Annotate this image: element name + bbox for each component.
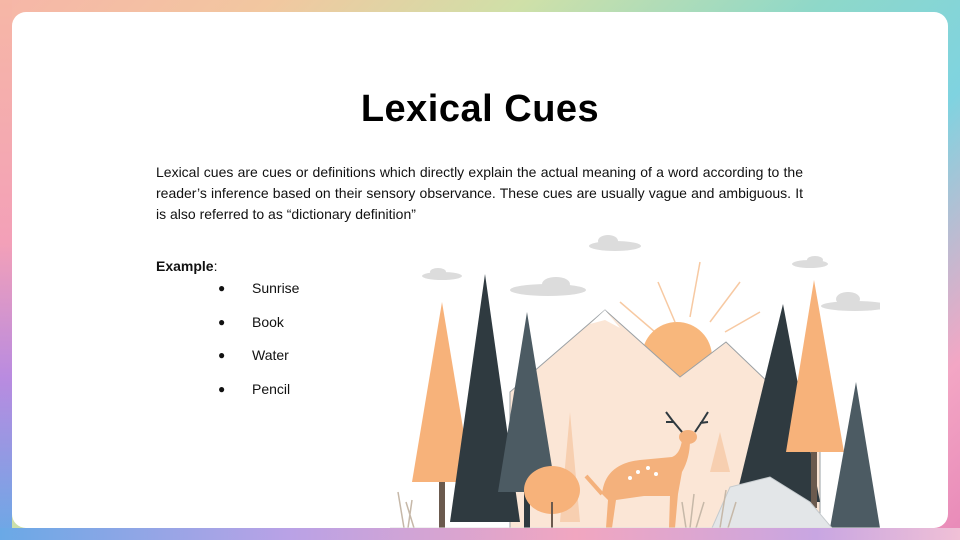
slide-card: Lexical Cues Lexical cues are cues or de… xyxy=(12,12,948,528)
example-colon: : xyxy=(213,258,218,274)
example-label: Example xyxy=(156,258,214,274)
list-item-text: Book xyxy=(252,313,284,330)
bullet-icon: ● xyxy=(218,348,226,362)
sun-rays-icon xyxy=(619,261,761,333)
slate-tree-icon xyxy=(830,382,880,528)
list-item-text: Water xyxy=(252,347,289,363)
list-item-text: Pencil xyxy=(252,380,291,397)
list-item: ● Water xyxy=(218,345,299,379)
list-item: ● Sunrise xyxy=(218,278,299,312)
decorative-frame-bottom xyxy=(0,528,960,540)
bullet-icon: ● xyxy=(218,314,226,329)
list-item: ● Pencil xyxy=(218,379,299,413)
list-item-text: Sunrise xyxy=(252,280,300,296)
slide-description: Lexical cues are cues or definitions whi… xyxy=(156,164,803,222)
forest-deer-illustration-icon xyxy=(390,235,880,528)
example-heading: Example: xyxy=(156,258,217,274)
decorative-frame-left xyxy=(0,0,12,540)
bullet-icon: ● xyxy=(218,381,226,396)
bullet-icon: ● xyxy=(218,281,226,295)
list-item: ● Book xyxy=(218,312,299,346)
example-list: ● Sunrise ● Book ● Water ● Pencil xyxy=(218,278,299,412)
slide-title: Lexical Cues xyxy=(360,88,600,130)
